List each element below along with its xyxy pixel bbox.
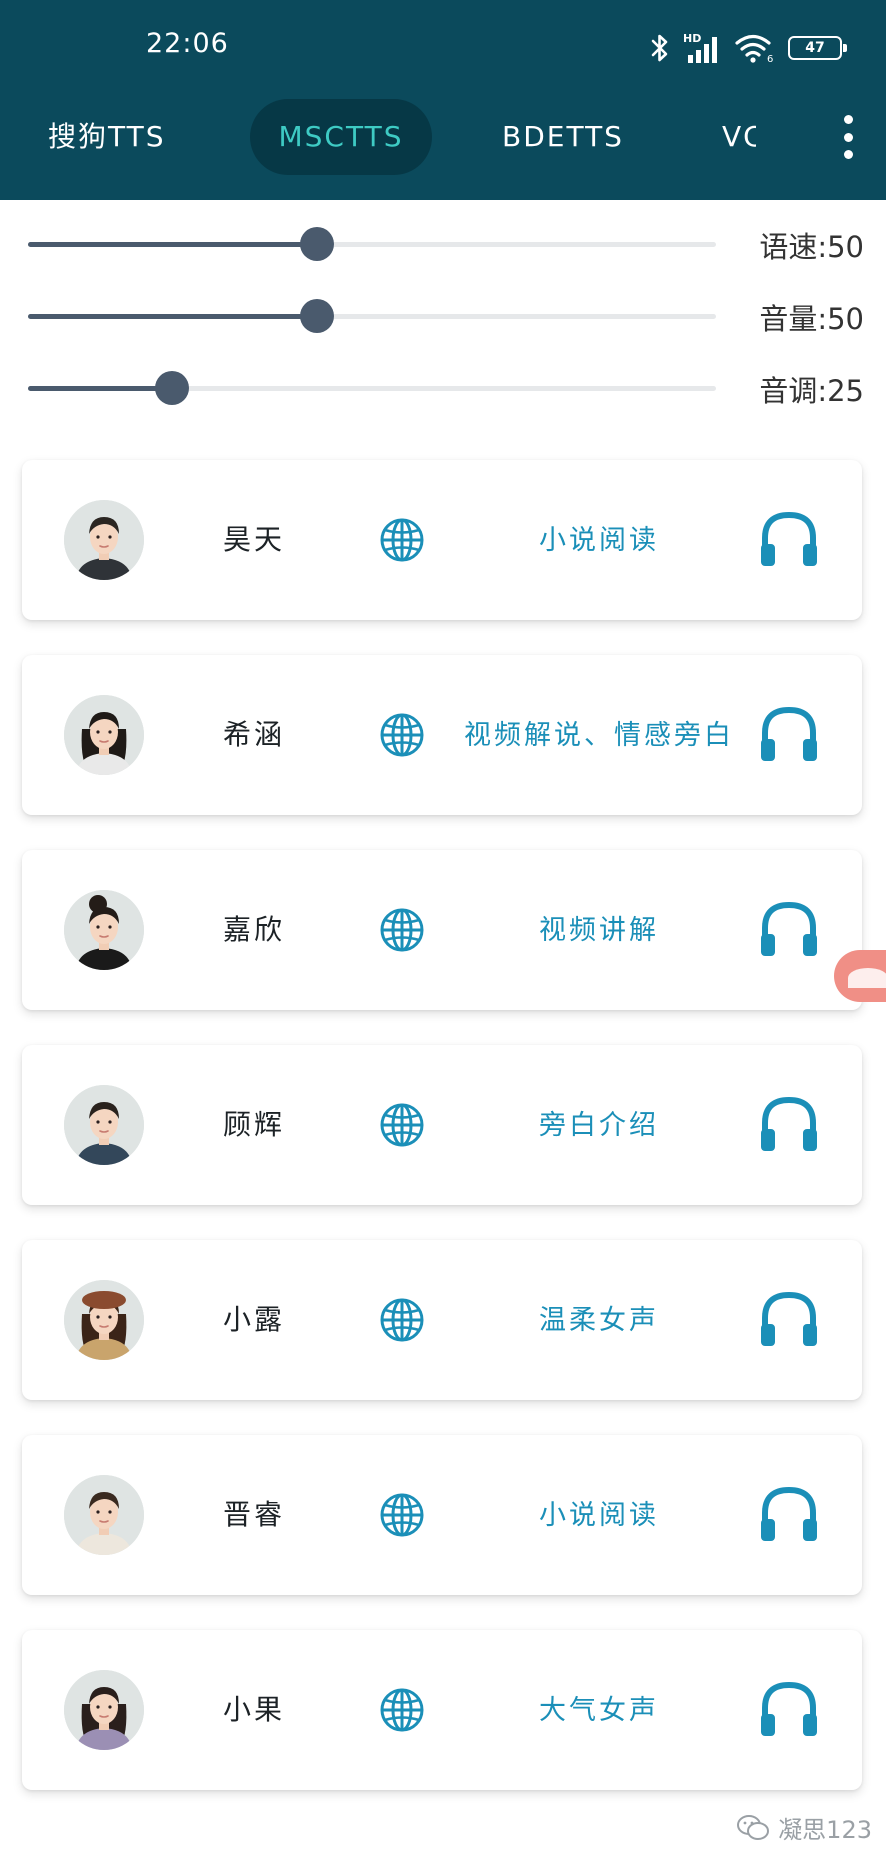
tab-msctts[interactable]: MSCTTS [250,99,432,175]
watermark-text: 凝思123 [778,1816,872,1844]
headphones-icon[interactable] [758,703,820,765]
pitch-slider-row: 音调:25 [0,364,886,414]
volume-slider[interactable] [28,299,716,333]
status-time: 22:06 [146,28,229,59]
voice-name: 希涵 [222,718,285,751]
voice-name: 嘉欣 [222,913,285,946]
voice-avatar [64,500,144,580]
voice-avatar [64,1670,144,1750]
voice-description: 视频讲解 [539,915,659,946]
headphones-icon[interactable] [758,1483,820,1545]
globe-icon[interactable] [378,1296,426,1344]
cell-signal-icon: HD [683,32,717,63]
status-icons: HD 6 47 [650,30,847,66]
volume-label: 音量:50 [759,302,864,336]
speed-slider-thumb[interactable] [299,227,334,261]
headphones-icon[interactable] [758,898,820,960]
voice-card[interactable]: 顾辉 旁白介绍 [22,1045,862,1205]
voice-avatar [64,1475,144,1555]
voice-card[interactable]: 嘉欣 视频讲解 [22,850,862,1010]
speed-slider-fill [28,242,317,247]
app-header: 22:06 HD 6 47 搜狗TTS MSCTTS BDETTS VC [0,0,886,200]
speed-slider-row: 语速:50 [0,220,886,270]
voice-description: 旁白介绍 [539,1110,659,1141]
tab-sogou-tts[interactable]: 搜狗TTS [48,99,198,175]
status-bar: 22:06 HD 6 47 [0,0,886,95]
voice-description: 小说阅读 [539,1500,659,1531]
voice-description: 大气女声 [539,1695,659,1726]
voice-description: 视频解说、情感旁白 [464,720,734,751]
globe-icon[interactable] [378,1101,426,1149]
globe-icon[interactable] [378,1686,426,1734]
voice-card[interactable]: 小果 大气女声 [22,1630,862,1790]
voice-name: 顾辉 [222,1108,285,1141]
battery-level: 47 [805,40,825,56]
headphones-icon[interactable] [758,1288,820,1350]
floating-assistant-bubble[interactable] [834,950,886,1002]
network-label: HD [683,32,701,45]
pitch-slider-thumb[interactable] [155,371,190,405]
speed-slider[interactable] [28,227,716,261]
headphones-icon[interactable] [758,508,820,570]
voice-card[interactable]: 昊天 小说阅读 [22,460,862,620]
voice-description: 温柔女声 [539,1305,659,1336]
tab-vc[interactable]: VC [722,99,756,175]
voice-avatar [64,1280,144,1360]
wifi-sub-label: 6 [767,54,773,64]
tab-bdetts[interactable]: BDETTS [502,99,642,175]
battery-icon: 47 [788,36,847,60]
watermark: 凝思123 [736,1810,872,1845]
voice-settings-sliders: 语速:50 音量:50 音调:25 [0,200,886,440]
wechat-icon [737,1814,770,1840]
voice-card[interactable]: 晋睿 小说阅读 [22,1435,862,1595]
globe-icon[interactable] [378,516,426,564]
globe-icon[interactable] [378,906,426,954]
voice-avatar [64,1085,144,1165]
headphones-icon[interactable] [758,1093,820,1155]
volume-slider-fill [28,314,317,319]
wifi-icon: 6 [735,34,773,64]
globe-icon[interactable] [378,1491,426,1539]
voice-description: 小说阅读 [539,525,659,556]
voice-name: 小露 [222,1303,285,1336]
more-vert-icon[interactable] [836,115,860,159]
voice-card[interactable]: 希涵 视频解说、情感旁白 [22,655,862,815]
volume-slider-row: 音量:50 [0,292,886,342]
headphones-icon[interactable] [758,1678,820,1740]
voice-name: 小果 [222,1693,285,1726]
voice-avatar [64,695,144,775]
tts-engine-tabs: 搜狗TTS MSCTTS BDETTS VC [0,95,886,180]
voice-name: 昊天 [222,523,285,556]
voice-card[interactable]: 小露 温柔女声 [22,1240,862,1400]
voice-avatar [64,890,144,970]
app-root: 22:06 HD 6 47 搜狗TTS MSCTTS BDETTS VC 语速:… [0,0,886,1857]
speed-label: 语速:50 [759,230,864,264]
volume-slider-thumb[interactable] [299,299,334,333]
pitch-label: 音调:25 [759,374,864,408]
voice-name: 晋睿 [222,1498,285,1531]
pitch-slider[interactable] [28,371,716,405]
globe-icon[interactable] [378,711,426,759]
pitch-slider-fill [28,386,173,391]
bluetooth-icon [651,34,668,62]
